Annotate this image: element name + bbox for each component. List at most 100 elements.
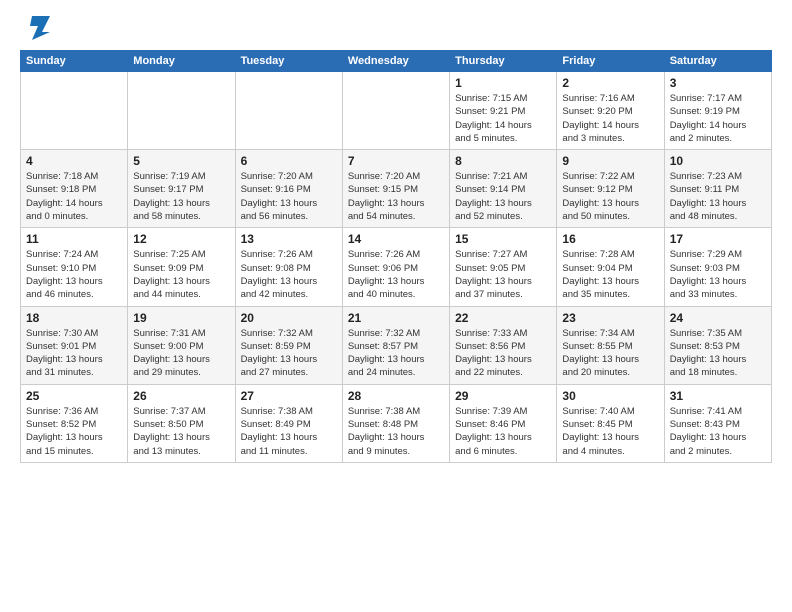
cell-day-number: 3 [670,76,766,90]
calendar-cell: 7 Sunrise: 7:20 AM Sunset: 9:15 PM Daylig… [342,150,449,228]
cell-info-text: Sunrise: 7:34 AM Sunset: 8:55 PM Dayligh… [562,327,658,380]
cell-info-text: Sunrise: 7:17 AM Sunset: 9:19 PM Dayligh… [670,92,766,145]
cell-day-number: 6 [241,154,337,168]
cell-day-number: 31 [670,389,766,403]
cell-day-number: 21 [348,311,444,325]
calendar-cell: 10 Sunrise: 7:23 AM Sunset: 9:11 PM Dayli… [664,150,771,228]
cell-day-number: 18 [26,311,122,325]
calendar-cell: 21 Sunrise: 7:32 AM Sunset: 8:57 PM Dayli… [342,306,449,384]
calendar-cell: 8Sunrise: 7:21 AM Sunset: 9:14 PM Daylig… [450,150,557,228]
calendar-cell: 27 Sunrise: 7:38 AM Sunset: 8:49 PM Dayli… [235,384,342,462]
cell-info-text: Sunrise: 7:25 AM Sunset: 9:09 PM Dayligh… [133,248,229,301]
calendar-cell: 9 Sunrise: 7:22 AM Sunset: 9:12 PM Daylig… [557,150,664,228]
cell-day-number: 15 [455,232,551,246]
cell-info-text: Sunrise: 7:40 AM Sunset: 8:45 PM Dayligh… [562,405,658,458]
cell-day-number: 1 [455,76,551,90]
cell-info-text: Sunrise: 7:22 AM Sunset: 9:12 PM Dayligh… [562,170,658,223]
calendar-header-row: SundayMondayTuesdayWednesdayThursdayFrid… [21,51,772,72]
cell-day-number: 28 [348,389,444,403]
cell-info-text: Sunrise: 7:33 AM Sunset: 8:56 PM Dayligh… [455,327,551,380]
cell-info-text: Sunrise: 7:26 AM Sunset: 9:06 PM Dayligh… [348,248,444,301]
calendar-cell: 13 Sunrise: 7:26 AM Sunset: 9:08 PM Dayli… [235,228,342,306]
cell-day-number: 10 [670,154,766,168]
calendar-cell: 5 Sunrise: 7:19 AM Sunset: 9:17 PM Daylig… [128,150,235,228]
cell-info-text: Sunrise: 7:31 AM Sunset: 9:00 PM Dayligh… [133,327,229,380]
cell-info-text: Sunrise: 7:30 AM Sunset: 9:01 PM Dayligh… [26,327,122,380]
col-header-sunday: Sunday [21,51,128,72]
cell-info-text: Sunrise: 7:19 AM Sunset: 9:17 PM Dayligh… [133,170,229,223]
calendar-cell: 16 Sunrise: 7:28 AM Sunset: 9:04 PM Dayli… [557,228,664,306]
cell-day-number: 12 [133,232,229,246]
cell-info-text: Sunrise: 7:15 AM Sunset: 9:21 PM Dayligh… [455,92,551,145]
cell-info-text: Sunrise: 7:26 AM Sunset: 9:08 PM Dayligh… [241,248,337,301]
week-row-1: 1 Sunrise: 7:15 AM Sunset: 9:21 PM Daylig… [21,72,772,150]
calendar-cell: 26Sunrise: 7:37 AM Sunset: 8:50 PM Dayli… [128,384,235,462]
calendar-cell: 22 Sunrise: 7:33 AM Sunset: 8:56 PM Dayli… [450,306,557,384]
calendar-cell: 6Sunrise: 7:20 AM Sunset: 9:16 PM Daylig… [235,150,342,228]
cell-day-number: 25 [26,389,122,403]
cell-day-number: 24 [670,311,766,325]
calendar-cell: 17Sunrise: 7:29 AM Sunset: 9:03 PM Dayli… [664,228,771,306]
cell-info-text: Sunrise: 7:23 AM Sunset: 9:11 PM Dayligh… [670,170,766,223]
cell-info-text: Sunrise: 7:39 AM Sunset: 8:46 PM Dayligh… [455,405,551,458]
calendar-cell: 11 Sunrise: 7:24 AM Sunset: 9:10 PM Dayli… [21,228,128,306]
calendar-cell: 23 Sunrise: 7:34 AM Sunset: 8:55 PM Dayli… [557,306,664,384]
cell-info-text: Sunrise: 7:24 AM Sunset: 9:10 PM Dayligh… [26,248,122,301]
week-row-4: 18 Sunrise: 7:30 AM Sunset: 9:01 PM Dayli… [21,306,772,384]
calendar-cell: 30 Sunrise: 7:40 AM Sunset: 8:45 PM Dayli… [557,384,664,462]
col-header-saturday: Saturday [664,51,771,72]
cell-info-text: Sunrise: 7:18 AM Sunset: 9:18 PM Dayligh… [26,170,122,223]
logo [20,16,50,42]
calendar-cell: 29 Sunrise: 7:39 AM Sunset: 8:46 PM Dayli… [450,384,557,462]
cell-info-text: Sunrise: 7:37 AM Sunset: 8:50 PM Dayligh… [133,405,229,458]
logo-text [20,16,50,42]
cell-day-number: 27 [241,389,337,403]
calendar-cell: 24 Sunrise: 7:35 AM Sunset: 8:53 PM Dayli… [664,306,771,384]
cell-info-text: Sunrise: 7:16 AM Sunset: 9:20 PM Dayligh… [562,92,658,145]
calendar-cell [21,72,128,150]
cell-day-number: 11 [26,232,122,246]
cell-day-number: 19 [133,311,229,325]
calendar-cell [235,72,342,150]
calendar-cell [128,72,235,150]
col-header-monday: Monday [128,51,235,72]
cell-info-text: Sunrise: 7:20 AM Sunset: 9:15 PM Dayligh… [348,170,444,223]
cell-day-number: 13 [241,232,337,246]
cell-day-number: 8 [455,154,551,168]
page: SundayMondayTuesdayWednesdayThursdayFrid… [0,0,792,612]
calendar-cell: 4Sunrise: 7:18 AM Sunset: 9:18 PM Daylig… [21,150,128,228]
cell-info-text: Sunrise: 7:41 AM Sunset: 8:43 PM Dayligh… [670,405,766,458]
cell-day-number: 14 [348,232,444,246]
cell-info-text: Sunrise: 7:28 AM Sunset: 9:04 PM Dayligh… [562,248,658,301]
calendar-table: SundayMondayTuesdayWednesdayThursdayFrid… [20,50,772,463]
calendar-cell: 18 Sunrise: 7:30 AM Sunset: 9:01 PM Dayli… [21,306,128,384]
cell-info-text: Sunrise: 7:32 AM Sunset: 8:59 PM Dayligh… [241,327,337,380]
cell-day-number: 5 [133,154,229,168]
calendar-cell: 25Sunrise: 7:36 AM Sunset: 8:52 PM Dayli… [21,384,128,462]
cell-day-number: 9 [562,154,658,168]
cell-info-text: Sunrise: 7:32 AM Sunset: 8:57 PM Dayligh… [348,327,444,380]
cell-info-text: Sunrise: 7:35 AM Sunset: 8:53 PM Dayligh… [670,327,766,380]
calendar-cell: 31 Sunrise: 7:41 AM Sunset: 8:43 PM Dayli… [664,384,771,462]
calendar-cell: 14 Sunrise: 7:26 AM Sunset: 9:06 PM Dayli… [342,228,449,306]
cell-day-number: 29 [455,389,551,403]
cell-day-number: 22 [455,311,551,325]
cell-info-text: Sunrise: 7:38 AM Sunset: 8:48 PM Dayligh… [348,405,444,458]
cell-day-number: 17 [670,232,766,246]
week-row-2: 4Sunrise: 7:18 AM Sunset: 9:18 PM Daylig… [21,150,772,228]
col-header-friday: Friday [557,51,664,72]
col-header-thursday: Thursday [450,51,557,72]
col-header-tuesday: Tuesday [235,51,342,72]
calendar-cell [342,72,449,150]
cell-info-text: Sunrise: 7:27 AM Sunset: 9:05 PM Dayligh… [455,248,551,301]
cell-day-number: 7 [348,154,444,168]
cell-day-number: 23 [562,311,658,325]
col-header-wednesday: Wednesday [342,51,449,72]
cell-info-text: Sunrise: 7:38 AM Sunset: 8:49 PM Dayligh… [241,405,337,458]
cell-day-number: 16 [562,232,658,246]
calendar-cell: 20Sunrise: 7:32 AM Sunset: 8:59 PM Dayli… [235,306,342,384]
calendar-cell: 28 Sunrise: 7:38 AM Sunset: 8:48 PM Dayli… [342,384,449,462]
calendar-cell: 1 Sunrise: 7:15 AM Sunset: 9:21 PM Daylig… [450,72,557,150]
week-row-5: 25Sunrise: 7:36 AM Sunset: 8:52 PM Dayli… [21,384,772,462]
cell-day-number: 30 [562,389,658,403]
